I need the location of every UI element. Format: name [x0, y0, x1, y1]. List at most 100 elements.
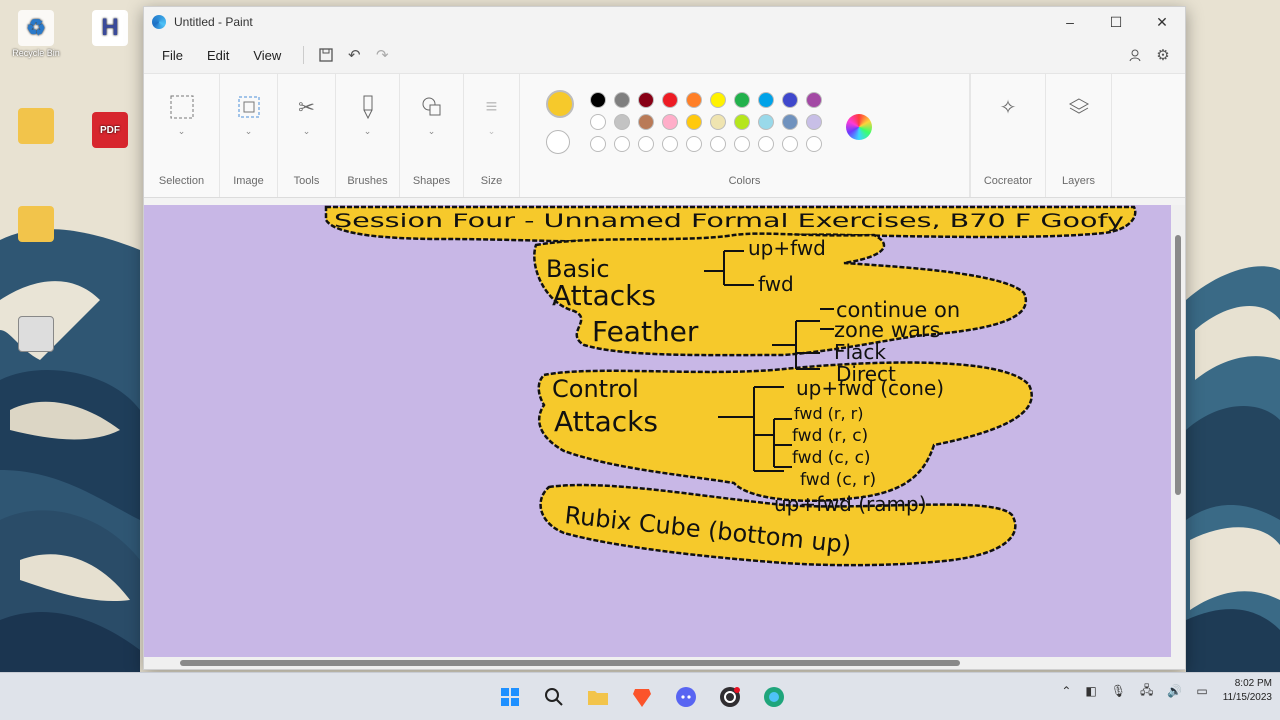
pdf-icon: PDF: [92, 112, 128, 148]
feather-item-zone-wars: zone wars: [834, 318, 940, 342]
obs-icon[interactable]: [714, 681, 746, 713]
scrollbar-thumb[interactable]: [1175, 235, 1181, 495]
drawing-canvas[interactable]: Session Four - Unnamed Formal Exercises,…: [144, 205, 1173, 661]
color-swatch[interactable]: [758, 114, 774, 130]
title-bar[interactable]: Untitled - Paint – ☐ ✕: [144, 7, 1185, 37]
minimize-button[interactable]: –: [1047, 7, 1093, 37]
file-explorer-icon[interactable]: [582, 681, 614, 713]
color-swatch[interactable]: [758, 92, 774, 108]
color-swatch[interactable]: [686, 136, 702, 152]
menu-view[interactable]: View: [243, 44, 291, 67]
recycle-bin-icon: ♻: [18, 10, 54, 46]
vertical-scrollbar[interactable]: [1171, 205, 1185, 661]
ribbon-group-label: Shapes: [412, 175, 451, 187]
account-icon[interactable]: [1121, 41, 1149, 69]
save-icon[interactable]: [312, 41, 340, 69]
color-swatch[interactable]: [686, 92, 702, 108]
settings-gear-icon[interactable]: ⚙: [1149, 41, 1177, 69]
color-swatch[interactable]: [614, 136, 630, 152]
ribbon-group-label: Colors: [728, 175, 761, 187]
edit-colors-icon[interactable]: [846, 114, 872, 140]
menu-file[interactable]: File: [152, 44, 193, 67]
ribbon-group-selection[interactable]: ⌄ Selection: [144, 74, 220, 197]
color-swatch[interactable]: [806, 114, 822, 130]
desktop-icon-video[interactable]: [6, 316, 66, 354]
control-label: Control: [552, 375, 639, 403]
redo-icon[interactable]: ↷: [368, 41, 396, 69]
desktop-icon-h-app[interactable]: H: [80, 10, 140, 48]
ribbon-group-tools[interactable]: ✂ ⌄ Tools: [278, 74, 336, 197]
color-swatch[interactable]: [710, 114, 726, 130]
control-attacks-label: Attacks: [554, 405, 658, 438]
color-swatch[interactable]: [806, 136, 822, 152]
volume-icon[interactable]: 🔊: [1167, 684, 1182, 698]
color-swatch[interactable]: [590, 114, 606, 130]
control-item-up-fwd-ramp: up+fwd (ramp): [774, 492, 927, 516]
desktop-icon-folder[interactable]: [6, 108, 66, 146]
chevron-up-icon[interactable]: ⌃: [1061, 684, 1071, 698]
secondary-color-swatch[interactable]: [546, 130, 570, 154]
color-swatch[interactable]: [590, 136, 606, 152]
ribbon-group-size[interactable]: ≡ ⌄ Size: [464, 74, 520, 197]
undo-icon[interactable]: ↶: [340, 41, 368, 69]
image-icon: [234, 92, 264, 122]
color-swatch[interactable]: [710, 136, 726, 152]
ribbon-group-shapes[interactable]: ⌄ Shapes: [400, 74, 464, 197]
color-swatch[interactable]: [662, 114, 678, 130]
feather-item-flack: Flack: [834, 340, 886, 364]
desktop-icon-folder-2[interactable]: [6, 206, 66, 244]
color-swatch[interactable]: [638, 114, 654, 130]
ribbon-group-image[interactable]: ⌄ Image: [220, 74, 278, 197]
basic-item-up-fwd: up+fwd: [748, 236, 826, 260]
color-swatch[interactable]: [806, 92, 822, 108]
mind-map-title: Session Four - Unnamed Formal Exercises,…: [334, 210, 1124, 232]
battery-icon[interactable]: ▭: [1196, 684, 1207, 698]
color-swatch[interactable]: [614, 92, 630, 108]
primary-color-swatch[interactable]: [546, 90, 574, 118]
horizontal-scrollbar[interactable]: [144, 657, 1185, 669]
color-swatch[interactable]: [614, 114, 630, 130]
color-swatch[interactable]: [782, 92, 798, 108]
color-swatch[interactable]: [662, 136, 678, 152]
desktop-icon-recycle-bin[interactable]: ♻ Recycle Bin: [6, 10, 66, 58]
color-swatch[interactable]: [734, 114, 750, 130]
start-button[interactable]: [494, 681, 526, 713]
ribbon-toolbar: ⌄ Selection ⌄ Image ✂ ⌄ Tools ⌄ Brushes …: [144, 73, 1185, 198]
clock[interactable]: 8:02 PM 11/15/2023: [1223, 677, 1272, 705]
color-swatch[interactable]: [686, 114, 702, 130]
color-swatch[interactable]: [590, 92, 606, 108]
scrollbar-thumb[interactable]: [180, 660, 960, 666]
edge-browser-icon[interactable]: [758, 681, 790, 713]
close-button[interactable]: ✕: [1139, 7, 1185, 37]
color-swatch[interactable]: [758, 136, 774, 152]
microphone-icon[interactable]: 🎙: [1111, 684, 1126, 698]
ribbon-group-label: Layers: [1061, 175, 1096, 187]
color-swatch[interactable]: [782, 114, 798, 130]
discord-icon[interactable]: [670, 681, 702, 713]
control-item-fwd-c-c: fwd (c, c): [792, 448, 871, 468]
search-icon[interactable]: [538, 681, 570, 713]
ribbon-group-brushes[interactable]: ⌄ Brushes: [336, 74, 400, 197]
ribbon-group-layers[interactable]: Layers: [1046, 74, 1112, 197]
color-swatch[interactable]: [662, 92, 678, 108]
brave-browser-icon[interactable]: [626, 681, 658, 713]
selection-icon: [167, 92, 197, 122]
color-swatch[interactable]: [710, 92, 726, 108]
app-tray-icon[interactable]: ◧: [1085, 684, 1096, 698]
ribbon-group-cocreator[interactable]: ✧ Cocreator: [970, 74, 1046, 197]
desktop-icon-pdf[interactable]: PDF: [80, 112, 140, 150]
color-swatch[interactable]: [782, 136, 798, 152]
color-swatch[interactable]: [638, 92, 654, 108]
ribbon-group-label: Brushes: [347, 175, 388, 187]
attacks-label: Attacks: [552, 279, 656, 312]
paint-window: Untitled - Paint – ☐ ✕ File Edit View ↶ …: [143, 6, 1186, 670]
network-icon[interactable]: 🖧: [1140, 681, 1153, 702]
ribbon-group-label: Cocreator: [983, 175, 1033, 187]
ribbon-group-label: Tools: [293, 175, 320, 187]
maximize-button[interactable]: ☐: [1093, 7, 1139, 37]
color-swatch[interactable]: [638, 136, 654, 152]
menu-edit[interactable]: Edit: [197, 44, 239, 67]
chevron-down-icon: ⌄: [244, 126, 253, 136]
color-swatch[interactable]: [734, 136, 750, 152]
color-swatch[interactable]: [734, 92, 750, 108]
